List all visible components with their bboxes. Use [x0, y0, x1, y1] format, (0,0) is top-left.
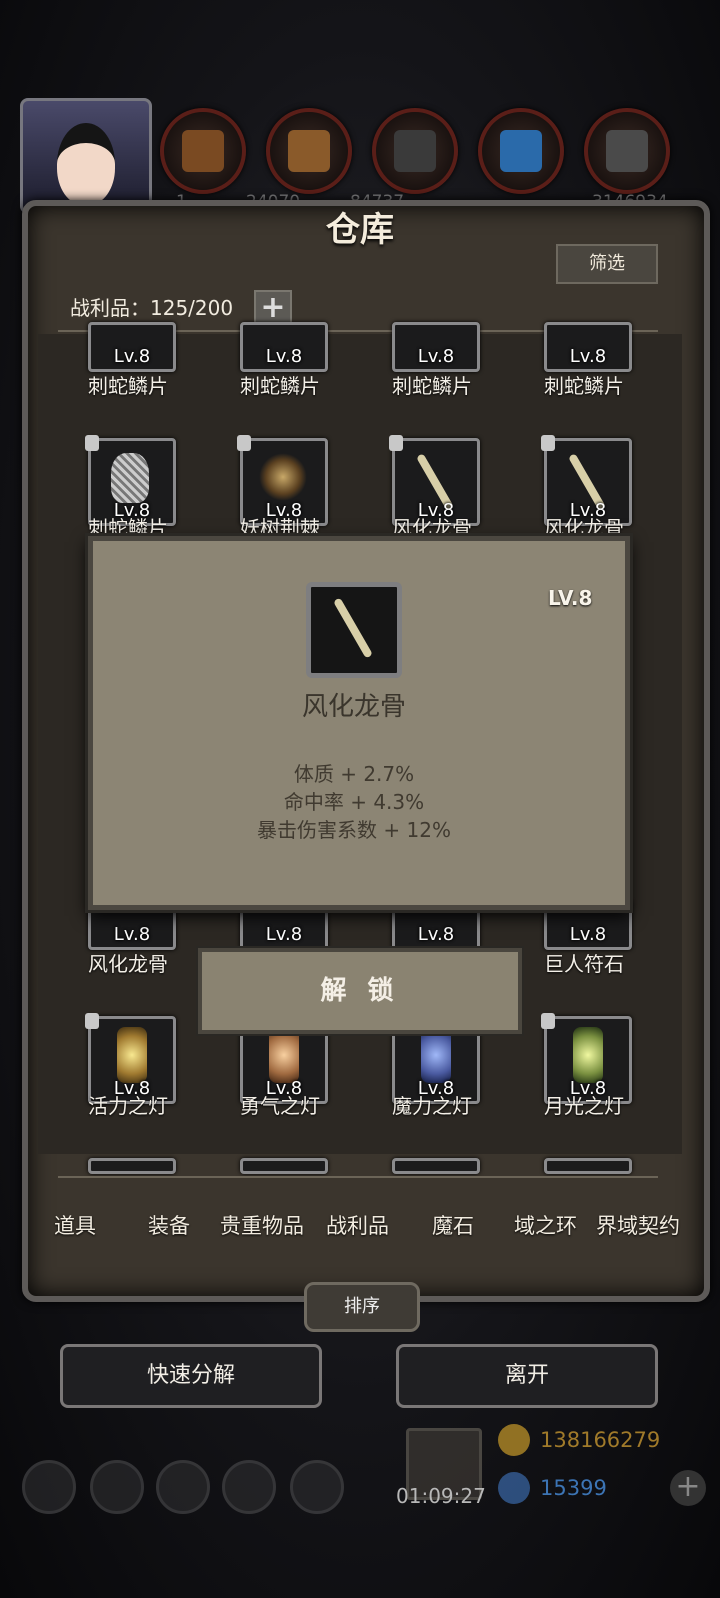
lock-icon: [237, 435, 251, 451]
selected-item-slot: [306, 582, 402, 678]
tab-realm-contract[interactable]: 界域契约: [596, 1210, 680, 1240]
lock-icon: [389, 435, 403, 451]
leave-button[interactable]: 离开: [396, 1344, 658, 1408]
item-slot[interactable]: [544, 1158, 632, 1174]
lamp-icon: [421, 1027, 451, 1083]
filter-button[interactable]: 筛选: [556, 244, 658, 284]
item-level: Lv.8: [265, 346, 303, 367]
item-slot[interactable]: Lv.8: [544, 322, 632, 372]
capacity-label: 战利品：125/200: [70, 296, 234, 320]
thorn-icon: [259, 453, 307, 501]
tab-domain-ring[interactable]: 域之环: [514, 1210, 577, 1240]
item-name: 魔力之灯: [392, 1094, 472, 1118]
resource-ore-icon[interactable]: [584, 108, 670, 194]
item-level: Lv.8: [569, 346, 607, 367]
item-level: LV.8: [548, 586, 593, 610]
resource-plank-icon[interactable]: [266, 108, 352, 194]
item-stat: 暴击伤害系数 + 12%: [257, 818, 451, 842]
menu-gear-icon[interactable]: [22, 1460, 76, 1514]
tab-props[interactable]: 道具: [54, 1210, 96, 1240]
plank-icon: [288, 130, 330, 172]
gift-timer: 01:09:27: [396, 1484, 486, 1508]
resource-crystal-icon[interactable]: [478, 108, 564, 194]
lamp-icon: [269, 1027, 299, 1083]
menu-mail-icon[interactable]: [222, 1460, 276, 1514]
item-level: Lv.8: [569, 924, 607, 945]
item-slot[interactable]: [240, 1158, 328, 1174]
item-level: Lv.8: [113, 924, 151, 945]
item-name: 月光之灯: [544, 1094, 624, 1118]
item-name: 风化龙骨: [88, 952, 168, 976]
item-name: 活力之灯: [88, 1094, 168, 1118]
item-level: Lv.8: [265, 924, 303, 945]
iron-icon: [394, 130, 436, 172]
item-slot[interactable]: [88, 1158, 176, 1174]
item-slot[interactable]: Lv.8: [88, 322, 176, 372]
resource-wood-icon[interactable]: [160, 108, 246, 194]
item-slot[interactable]: [392, 1158, 480, 1174]
item-name: 巨人符石: [544, 952, 624, 976]
tab-valuables[interactable]: 贵重物品: [220, 1210, 304, 1240]
wood-icon: [182, 130, 224, 172]
bone-icon: [333, 597, 373, 659]
unlock-button[interactable]: 解 锁: [198, 948, 522, 1034]
lock-icon: [85, 1013, 99, 1029]
lamp-icon: [117, 1027, 147, 1083]
add-currency-button[interactable]: +: [670, 1470, 706, 1506]
item-slot[interactable]: Lv.8: [240, 322, 328, 372]
gold-amount: 138166279: [540, 1428, 661, 1452]
item-stat: 命中率 + 4.3%: [283, 790, 425, 814]
resource-iron-icon[interactable]: [372, 108, 458, 194]
lock-icon: [541, 435, 555, 451]
gold-coin-icon: [498, 1424, 530, 1456]
item-level: Lv.8: [417, 924, 455, 945]
sort-button[interactable]: 排序: [304, 1282, 420, 1332]
lock-icon: [85, 435, 99, 451]
gem-amount: 15399: [540, 1476, 607, 1500]
item-name: 刺蛇鳞片: [544, 374, 624, 398]
item-name: 刺蛇鳞片: [88, 374, 168, 398]
item-slot[interactable]: Lv.8: [392, 322, 480, 372]
ore-icon: [606, 130, 648, 172]
tab-divider: [58, 1176, 658, 1178]
gem-icon: [498, 1472, 530, 1504]
crystal-icon: [500, 130, 542, 172]
item-title: 风化龙骨: [301, 692, 406, 722]
avatar-face: [57, 123, 115, 205]
item-name: 勇气之灯: [240, 1094, 320, 1118]
lock-icon: [541, 1013, 555, 1029]
item-name: 刺蛇鳞片: [392, 374, 472, 398]
tab-magic-stone[interactable]: 魔石: [432, 1210, 474, 1240]
player-avatar[interactable]: [20, 98, 152, 214]
item-level: Lv.8: [113, 346, 151, 367]
quick-decompose-button[interactable]: 快速分解: [60, 1344, 322, 1408]
menu-bag-icon[interactable]: [290, 1460, 344, 1514]
scale-icon: [111, 453, 149, 503]
tab-loot[interactable]: 战利品: [326, 1210, 389, 1240]
menu-star-icon[interactable]: [90, 1460, 144, 1514]
menu-book-icon[interactable]: [156, 1460, 210, 1514]
lamp-icon: [573, 1027, 603, 1083]
item-level: Lv.8: [417, 346, 455, 367]
item-name: 刺蛇鳞片: [240, 374, 320, 398]
tab-equipment[interactable]: 装备: [148, 1210, 190, 1240]
item-stat: 体质 + 2.7%: [293, 762, 415, 786]
